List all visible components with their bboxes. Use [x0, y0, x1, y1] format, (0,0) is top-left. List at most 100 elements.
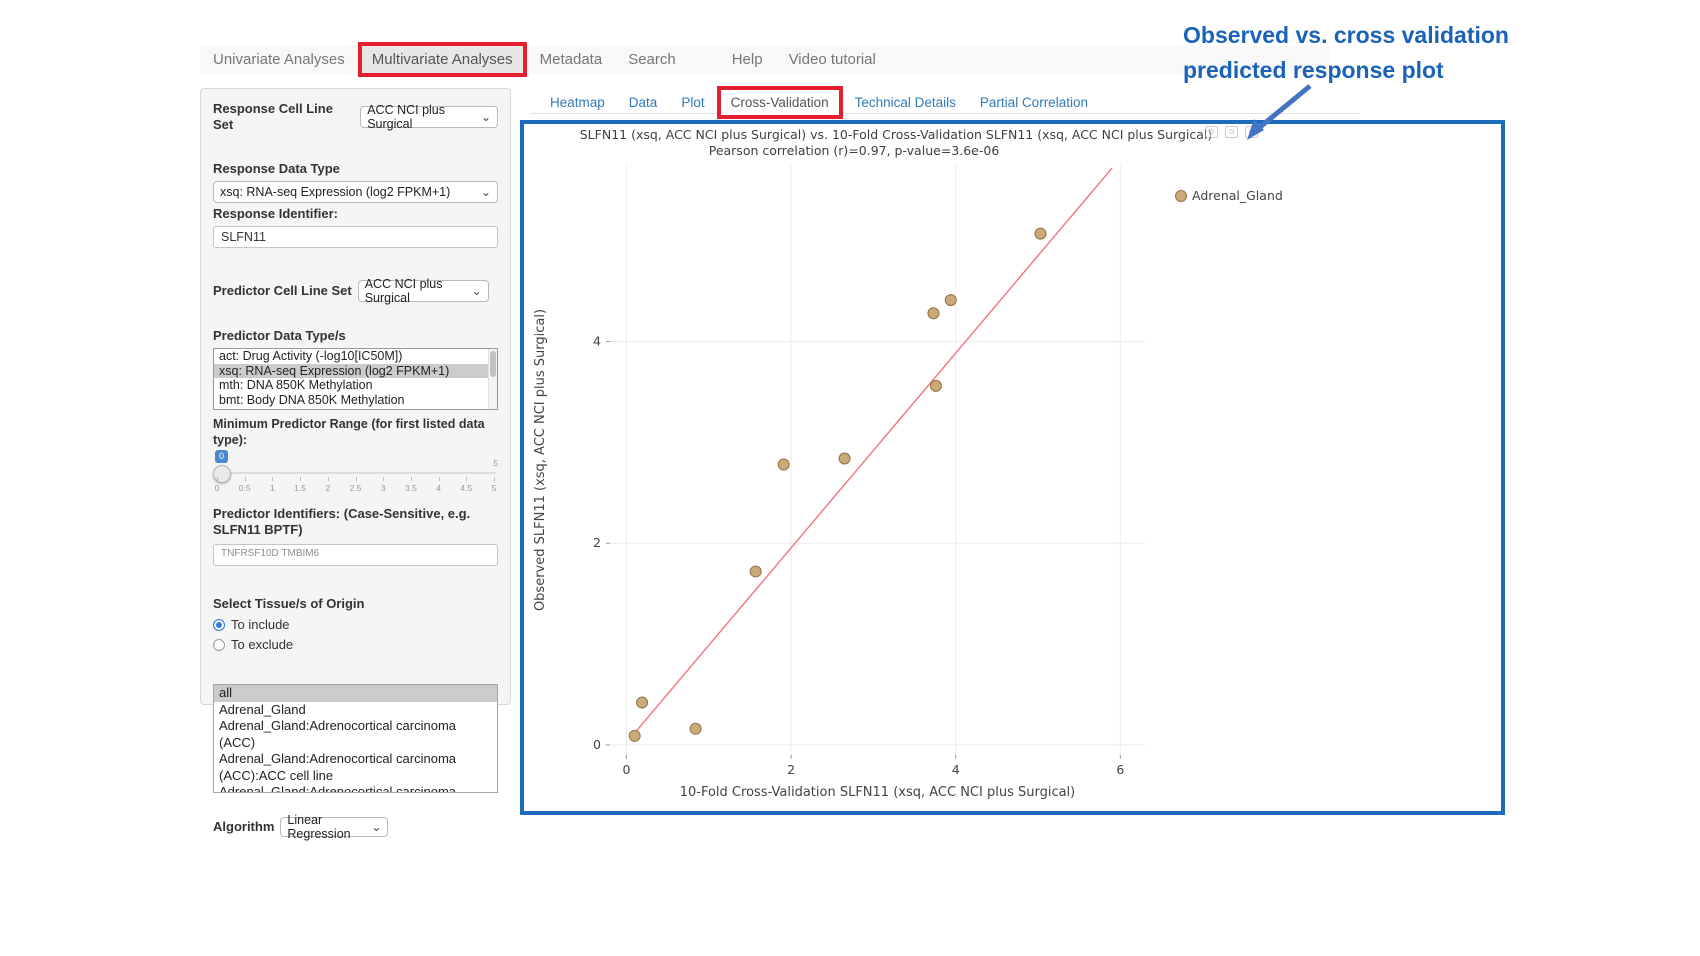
scatter-point — [750, 566, 761, 577]
response-identifier-label: Response Identifier: — [213, 206, 498, 222]
analysis-form-sidebar: Response Cell Line Set ACC NCI plus Surg… — [200, 88, 511, 705]
nav-item-search[interactable]: Search — [615, 47, 689, 72]
slider-tick — [439, 477, 440, 481]
predictor-data-types-listbox: act: Drug Activity (-log10[IC50M])xsq: R… — [213, 348, 498, 410]
tissue-option[interactable]: Adrenal_Gland:Adrenocortical carcinoma (… — [214, 751, 497, 784]
top-navbar: Univariate AnalysesMultivariate Analyses… — [200, 46, 1330, 73]
slider-grid: 00.511.522.533.544.55 — [217, 477, 494, 495]
response-cell-line-set-select[interactable]: ACC NCI plus Surgical ⌄ — [360, 106, 498, 128]
chevron-down-icon: ⌄ — [481, 112, 491, 122]
chevron-down-icon: ⌄ — [371, 822, 381, 832]
x-tick-label: 4 — [952, 762, 960, 777]
slider-tick-label: 5 — [492, 483, 497, 493]
tissue-origin-listbox: allAdrenal_GlandAdrenal_Gland:Adrenocort… — [213, 684, 498, 793]
scatter-point — [778, 459, 789, 470]
tab-heatmap[interactable]: Heatmap — [538, 90, 617, 115]
min-predictor-range-slider: 0 5 00.511.522.533.544.55 — [213, 450, 498, 498]
predictor-identifiers-input[interactable]: TNFRSF10D TMBIM6 — [213, 544, 498, 566]
nav-item-video-tutorial[interactable]: Video tutorial — [776, 47, 889, 72]
radio-selected-icon[interactable] — [213, 619, 225, 631]
predictor-data-type-option[interactable]: xsq: RNA-seq Expression (log2 FPKM+1) — [214, 364, 497, 379]
tissue-radio-to-exclude[interactable]: To exclude — [213, 637, 498, 652]
scatter-point — [839, 453, 850, 464]
response-data-type-select[interactable]: xsq: RNA-seq Expression (log2 FPKM+1) ⌄ — [213, 181, 498, 203]
predictor-data-type-option[interactable]: mth: DNA 850K Methylation — [214, 378, 497, 393]
annotation-text: Observed vs. cross validation predicted … — [1183, 18, 1509, 88]
tab-technical-details[interactable]: Technical Details — [843, 90, 968, 115]
page: Univariate AnalysesMultivariate Analyses… — [0, 0, 1700, 956]
scrollbar[interactable] — [488, 349, 497, 409]
predictor-cell-line-set-label: Predictor Cell Line Set — [213, 283, 352, 299]
radio-icon[interactable] — [213, 639, 225, 651]
scrollbar-thumb[interactable] — [490, 351, 496, 377]
tissue-option[interactable]: Adrenal_Gland:Adrenocortical carcinoma (… — [214, 784, 497, 793]
tab-cross-validation[interactable]: Cross-Validation — [717, 86, 843, 119]
slider-tick-label: 0.5 — [239, 483, 251, 493]
slider-tick-label: 0 — [215, 483, 220, 493]
slider-value-bubble: 0 — [215, 450, 228, 463]
y-tick-label: 2 — [593, 535, 601, 550]
response-data-type-value: xsq: RNA-seq Expression (log2 FPKM+1) — [220, 185, 450, 199]
slider-tick-label: 3 — [381, 483, 386, 493]
slider-tick — [328, 477, 329, 481]
nav-item-metadata[interactable]: Metadata — [527, 47, 616, 72]
algorithm-label: Algorithm — [213, 819, 274, 835]
predictor-data-types-label: Predictor Data Type/s — [213, 328, 498, 344]
tissue-radio-to-include[interactable]: To include — [213, 617, 498, 632]
tab-partial-correlation[interactable]: Partial Correlation — [968, 90, 1100, 115]
scatter-point — [928, 308, 939, 319]
legend[interactable]: Adrenal_Gland — [1176, 188, 1283, 203]
scatter-point — [945, 295, 956, 306]
slider-tick-label: 1 — [270, 483, 275, 493]
slider-track[interactable] — [215, 472, 496, 474]
tissue-option[interactable]: all — [214, 685, 497, 702]
slider-tick-label: 1.5 — [294, 483, 306, 493]
slider-tick — [217, 477, 218, 481]
scatter-point — [629, 730, 640, 741]
slider-tick — [300, 477, 301, 481]
result-tabs: HeatmapDataPlotCross-ValidationTechnical… — [538, 86, 1100, 119]
cross-validation-plot-panel: SLFN11 (xsq, ACC NCI plus Surgical) vs. … — [520, 120, 1505, 815]
response-cell-line-set-label: Response Cell Line Set — [213, 101, 354, 133]
slider-tick-label: 2.5 — [350, 483, 362, 493]
y-tick-label: 4 — [593, 333, 601, 348]
slider-max-label: 5 — [493, 458, 498, 468]
predictor-data-type-option[interactable]: act: Drug Activity (-log10[IC50M]) — [214, 349, 497, 364]
response-cell-line-set-value: ACC NCI plus Surgical — [367, 103, 475, 131]
chevron-down-icon: ⌄ — [472, 286, 482, 296]
predictor-data-type-option[interactable]: bmt: Body DNA 850K Methylation — [214, 393, 497, 408]
nav-item-help[interactable]: Help — [719, 47, 776, 72]
predictor-cell-line-set-value: ACC NCI plus Surgical — [365, 277, 466, 305]
tab-data[interactable]: Data — [617, 90, 670, 115]
tissue-option[interactable]: Adrenal_Gland:Adrenocortical carcinoma (… — [214, 718, 497, 751]
scatter-chart: 0246024Adrenal_Gland10-Fold Cross-Valida… — [524, 124, 1501, 811]
predictor-identifiers-label: Predictor Identifiers: (Case-Sensitive, … — [213, 506, 498, 538]
annotation-line1: Observed vs. cross validation — [1183, 18, 1509, 53]
slider-tick-label: 4 — [436, 483, 441, 493]
tab-plot[interactable]: Plot — [669, 90, 716, 115]
x-tick-label: 6 — [1116, 762, 1124, 777]
tissue-origin-radios: To include To exclude — [213, 617, 498, 652]
min-predictor-range-label: Minimum Predictor Range (for first liste… — [213, 416, 498, 448]
slider-tick — [466, 477, 467, 481]
y-axis-title: Observed SLFN11 (xsq, ACC NCI plus Surgi… — [533, 309, 548, 611]
tissue-option[interactable]: Adrenal_Gland — [214, 702, 497, 719]
nav-item-univariate-analyses[interactable]: Univariate Analyses — [200, 47, 358, 72]
legend-label: Adrenal_Gland — [1192, 188, 1283, 203]
radio-label: To exclude — [231, 637, 293, 652]
x-tick-label: 2 — [787, 762, 795, 777]
slider-tick — [272, 477, 273, 481]
predictor-cell-line-set-select[interactable]: ACC NCI plus Surgical ⌄ — [358, 280, 489, 302]
algorithm-select[interactable]: Linear Regression ⌄ — [280, 817, 388, 837]
scatter-point — [930, 380, 941, 391]
legend-marker — [1176, 191, 1187, 202]
nav-item-multivariate-analyses[interactable]: Multivariate Analyses — [358, 42, 527, 77]
y-tick-label: 0 — [593, 737, 601, 752]
x-tick-label: 0 — [622, 762, 630, 777]
slider-tick — [356, 477, 357, 481]
tissue-origin-label: Select Tissue/s of Origin — [213, 596, 498, 612]
algorithm-value: Linear Regression — [287, 813, 365, 841]
scatter-point — [690, 723, 701, 734]
response-identifier-input[interactable]: SLFN11 — [213, 226, 498, 248]
chevron-down-icon: ⌄ — [481, 187, 491, 197]
